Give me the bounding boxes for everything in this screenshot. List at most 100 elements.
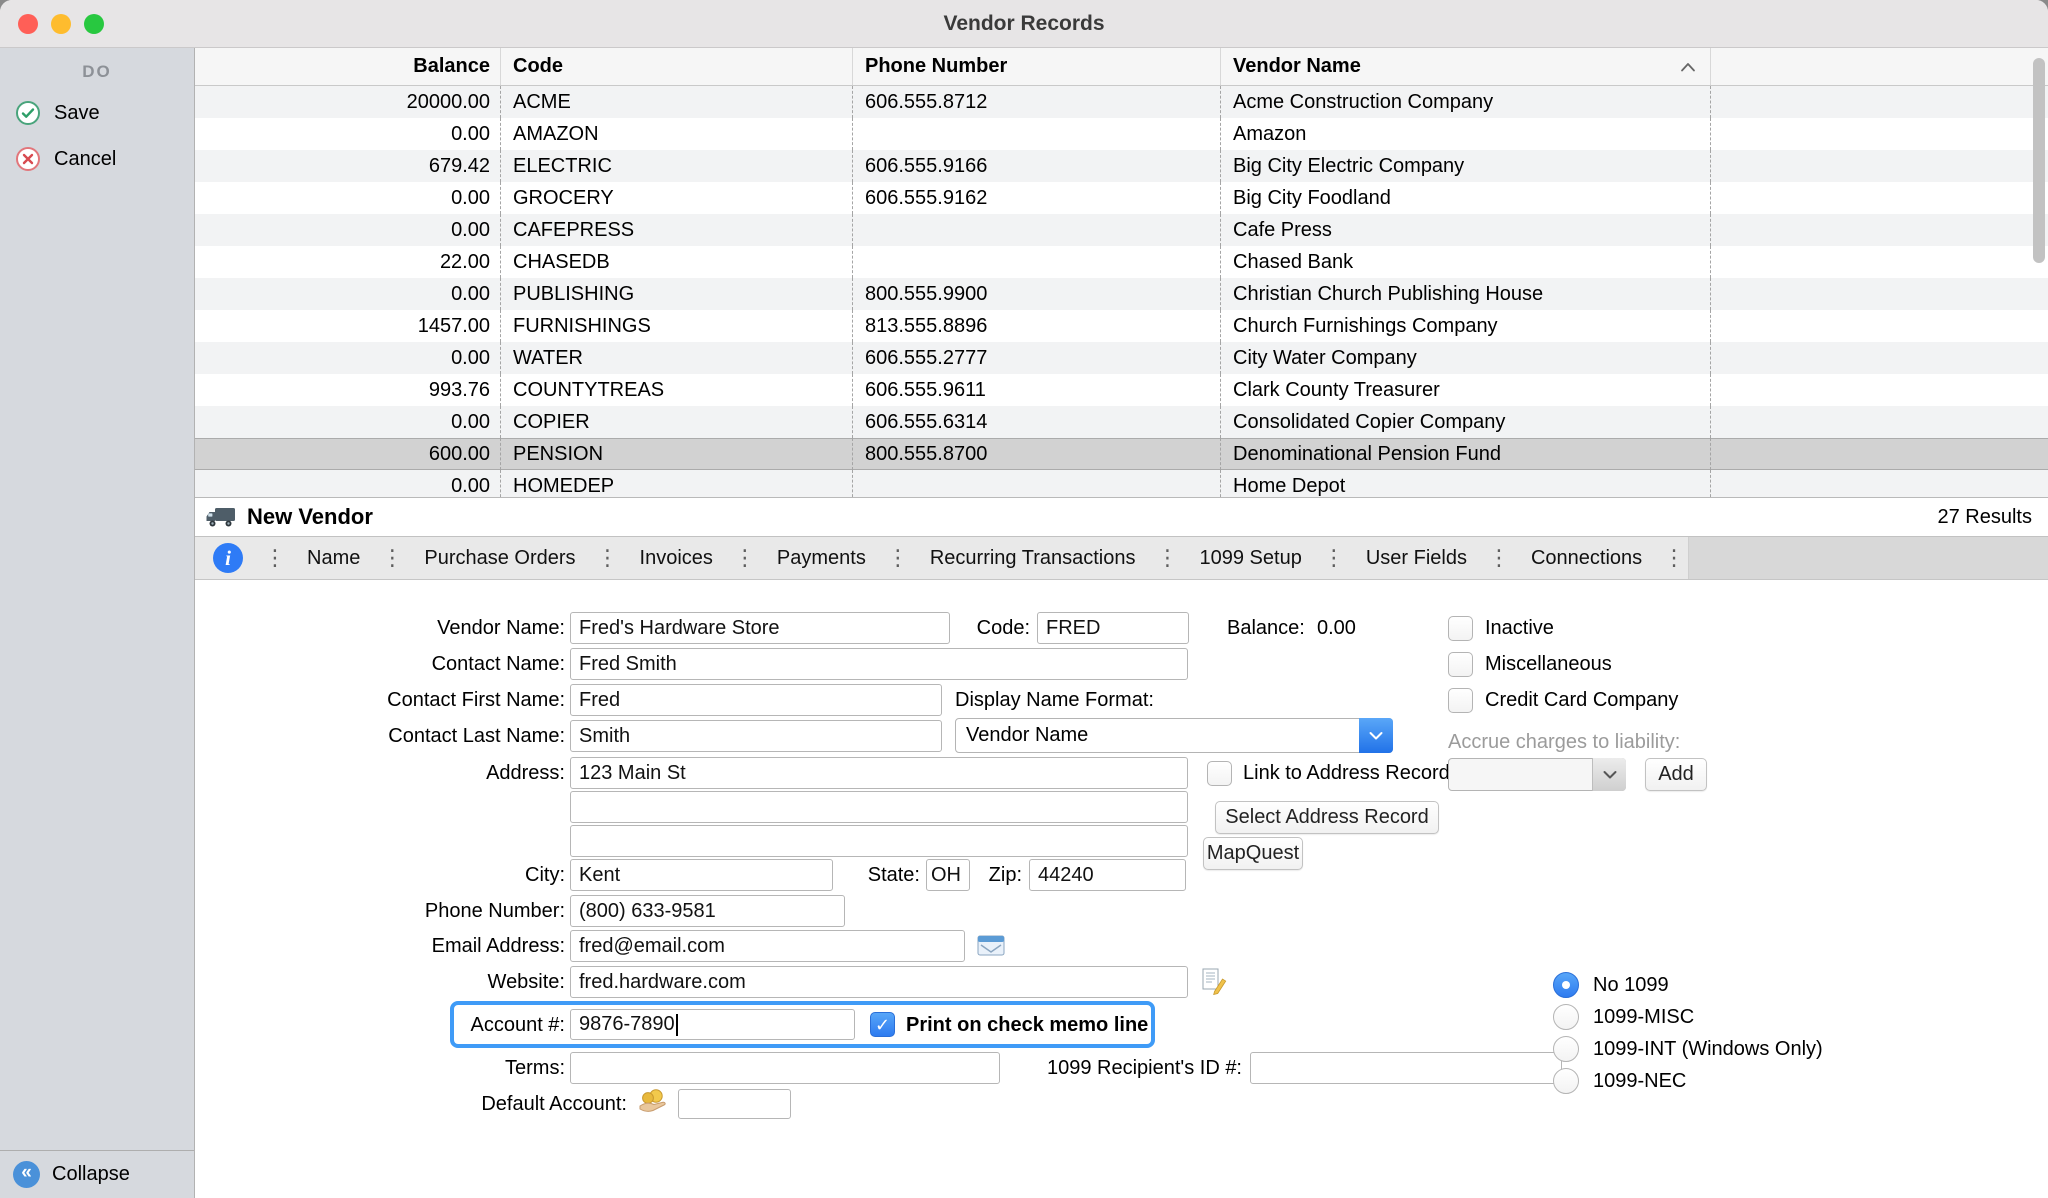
cell-code: HOMEDEP	[501, 470, 853, 497]
code-input[interactable]	[1037, 612, 1189, 644]
link-to-address-label: Link to Address Record	[1243, 757, 1450, 789]
cell-phone: 800.555.9900	[853, 278, 1221, 310]
mapquest-button[interactable]: MapQuest	[1203, 837, 1303, 870]
address-line1-input[interactable]	[570, 757, 1188, 789]
print-on-check-memo-checkbox[interactable]	[870, 1012, 895, 1037]
radio-1099-misc[interactable]	[1553, 1004, 1579, 1030]
table-row[interactable]: 20000.00ACME606.555.8712Acme Constructio…	[195, 86, 2048, 118]
edit-page-icon[interactable]	[1201, 968, 1227, 995]
column-header-balance[interactable]: Balance	[195, 48, 501, 85]
contact-name-input[interactable]	[570, 648, 1188, 680]
select-address-record-button[interactable]: Select Address Record	[1215, 801, 1439, 834]
table-row[interactable]: 0.00AMAZONAmazon	[195, 118, 2048, 150]
tab-payments[interactable]: Payments	[759, 537, 884, 579]
miscellaneous-checkbox[interactable]	[1448, 652, 1473, 677]
tab-1099-setup[interactable]: 1099 Setup	[1182, 537, 1320, 579]
table-row[interactable]: 0.00HOMEDEPHome Depot	[195, 470, 2048, 497]
cell-phone: 606.555.9166	[853, 150, 1221, 182]
tab-invoices[interactable]: Invoices	[622, 537, 731, 579]
cell-balance: 0.00	[195, 214, 501, 246]
table-row-selected[interactable]: 600.00PENSION800.555.8700Denominational …	[195, 438, 2048, 470]
table-row[interactable]: 679.42ELECTRIC606.555.9166Big City Elect…	[195, 150, 2048, 182]
accrue-liability-select[interactable]	[1448, 758, 1626, 791]
address-line2-input[interactable]	[570, 791, 1188, 823]
cell-vendor: Clark County Treasurer	[1221, 374, 1711, 406]
table-row[interactable]: 0.00PUBLISHING800.555.9900Christian Chur…	[195, 278, 2048, 310]
website-label: Website:	[335, 966, 565, 998]
column-header-empty	[1711, 48, 2048, 85]
city-input[interactable]	[570, 859, 833, 891]
zip-input[interactable]	[1029, 859, 1186, 891]
cell-code: CHASEDB	[501, 246, 853, 278]
cell-empty	[1711, 214, 2048, 246]
email-icon[interactable]	[977, 934, 1005, 958]
tab-user-fields[interactable]: User Fields	[1348, 537, 1485, 579]
address-label: Address:	[335, 757, 565, 789]
cell-balance: 0.00	[195, 406, 501, 438]
display-name-format-select[interactable]: Vendor Name	[955, 718, 1393, 753]
column-header-phone[interactable]: Phone Number	[853, 48, 1221, 85]
tab-bar: Name Purchase Orders Invoices Payments R…	[195, 537, 2048, 580]
table-row[interactable]: 22.00CHASEDBChased Bank	[195, 246, 2048, 278]
cell-vendor: Home Depot	[1221, 470, 1711, 497]
radio-1099-int-label: 1099-INT (Windows Only)	[1593, 1033, 1823, 1065]
website-input[interactable]	[570, 966, 1188, 998]
cell-vendor: Chased Bank	[1221, 246, 1711, 278]
cell-empty	[1711, 310, 2048, 342]
balance-value: 0.00	[1317, 612, 1356, 644]
minimize-button[interactable]	[51, 14, 71, 34]
scrollbar-thumb[interactable]	[2033, 58, 2045, 263]
tab-name[interactable]: Name	[289, 537, 378, 579]
table-row[interactable]: 993.76COUNTYTREAS606.555.9611Clark Count…	[195, 374, 2048, 406]
default-account-input[interactable]	[678, 1089, 791, 1119]
zoom-button[interactable]	[84, 14, 104, 34]
add-button[interactable]: Add	[1645, 758, 1707, 791]
cell-vendor: Cafe Press	[1221, 214, 1711, 246]
contact-last-name-input[interactable]	[570, 720, 942, 752]
radio-no-1099[interactable]	[1553, 972, 1579, 998]
link-to-address-checkbox[interactable]	[1207, 761, 1232, 786]
radio-1099-int[interactable]	[1553, 1036, 1579, 1062]
cell-balance: 20000.00	[195, 86, 501, 118]
save-button[interactable]: Save	[0, 90, 194, 136]
tab-separator	[1154, 537, 1182, 579]
table-row[interactable]: 0.00COPIER606.555.6314Consolidated Copie…	[195, 406, 2048, 438]
tab-separator	[1485, 537, 1513, 579]
collapse-chevrons-icon	[13, 1161, 40, 1188]
column-header-vendor-name[interactable]: Vendor Name	[1221, 48, 1711, 85]
cell-vendor: Big City Foodland	[1221, 182, 1711, 214]
table-row[interactable]: 0.00GROCERY606.555.9162Big City Foodland	[195, 182, 2048, 214]
tab-purchase-orders[interactable]: Purchase Orders	[406, 537, 593, 579]
radio-1099-nec[interactable]	[1553, 1068, 1579, 1094]
column-header-code[interactable]: Code	[501, 48, 853, 85]
vendor-name-input[interactable]	[570, 612, 950, 644]
table-row[interactable]: 1457.00FURNISHINGS813.555.8896Church Fur…	[195, 310, 2048, 342]
recipient-id-input[interactable]	[1250, 1052, 1562, 1084]
tab-connections[interactable]: Connections	[1513, 537, 1660, 579]
cell-balance: 1457.00	[195, 310, 501, 342]
phone-number-input[interactable]	[570, 895, 845, 927]
tab-separator	[1320, 537, 1348, 579]
credit-card-company-checkbox[interactable]	[1448, 688, 1473, 713]
title-bar: Vendor Records	[0, 0, 2048, 48]
collapse-button[interactable]: Collapse	[0, 1150, 194, 1198]
hand-coins-icon[interactable]	[637, 1088, 669, 1114]
cell-empty	[1711, 182, 2048, 214]
table-row[interactable]: 0.00WATER606.555.2777City Water Company	[195, 342, 2048, 374]
save-check-icon	[15, 100, 41, 126]
account-number-input[interactable]: 9876-7890	[570, 1009, 855, 1040]
table-row[interactable]: 0.00CAFEPRESSCafe Press	[195, 214, 2048, 246]
tab-info-active[interactable]	[195, 537, 261, 579]
tab-bar-filler	[1688, 537, 2048, 579]
email-address-input[interactable]	[570, 930, 965, 962]
address-line3-input[interactable]	[570, 825, 1188, 857]
contact-first-name-input[interactable]	[570, 684, 942, 716]
cell-empty	[1711, 150, 2048, 182]
cell-phone: 606.555.9162	[853, 182, 1221, 214]
cancel-button[interactable]: Cancel	[0, 136, 194, 182]
tab-recurring-transactions[interactable]: Recurring Transactions	[912, 537, 1154, 579]
close-button[interactable]	[18, 14, 38, 34]
cell-phone: 813.555.8896	[853, 310, 1221, 342]
inactive-checkbox[interactable]	[1448, 616, 1473, 641]
terms-input[interactable]	[570, 1052, 1000, 1084]
